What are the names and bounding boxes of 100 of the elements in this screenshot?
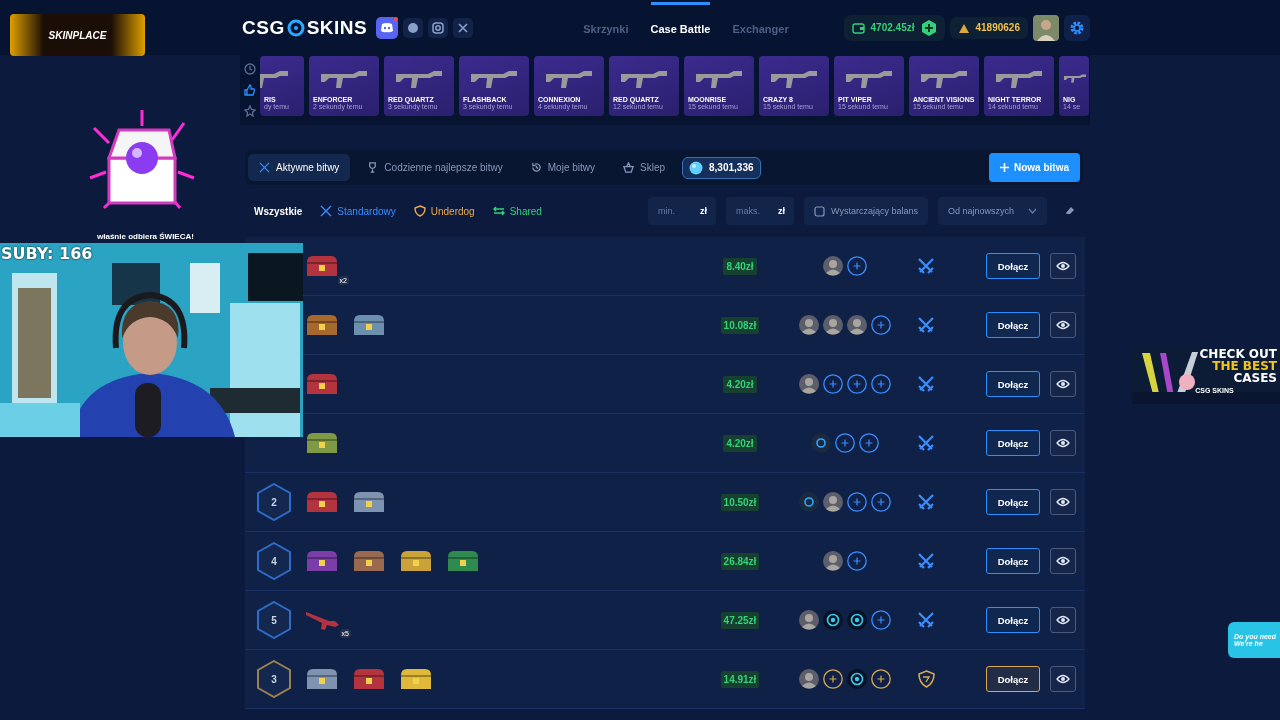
add-player-button[interactable]: [823, 374, 843, 394]
balance-amount: 4702.45zł: [870, 22, 915, 33]
logo-text[interactable]: SKINS: [306, 16, 368, 39]
subscriber-count: SUBY: 166: [1, 244, 93, 263]
trophy-icon: [367, 162, 379, 173]
add-player-button[interactable]: [871, 374, 891, 394]
ad-headline: CASES: [1233, 372, 1277, 384]
filter-option[interactable]: Standardowy: [316, 205, 400, 217]
eye-icon: [1055, 438, 1070, 448]
add-player-button[interactable]: [847, 374, 867, 394]
view-battle-button[interactable]: [1049, 430, 1076, 456]
view-battle-button[interactable]: [1049, 312, 1076, 338]
eye-icon: [1055, 261, 1070, 271]
crossed-swords-icon: [917, 434, 935, 452]
add-player-button[interactable]: [823, 669, 843, 689]
battle-price: 47.25zł: [720, 611, 760, 629]
player-avatar: [823, 492, 843, 512]
shield-icon: [917, 670, 935, 688]
player-avatar: [823, 551, 843, 571]
round-badge: 3: [257, 660, 291, 698]
join-button[interactable]: Dołącz: [986, 371, 1040, 397]
gem-icon: [689, 160, 704, 175]
player-avatar: [823, 315, 843, 335]
join-button[interactable]: Dołącz: [986, 548, 1040, 574]
filter-option[interactable]: Underdog: [409, 205, 479, 217]
view-battle-button[interactable]: [1049, 666, 1076, 692]
shield-icon: [413, 205, 426, 217]
settings-icon[interactable]: [1064, 14, 1090, 41]
alert-text: właśnie odbiera ŚWIECA!: [97, 232, 194, 241]
add-player-button[interactable]: [871, 492, 891, 512]
x-icon[interactable]: [453, 17, 474, 38]
target-icon: [285, 17, 306, 38]
battle-price: 14.91zł: [720, 670, 760, 688]
battle-price: 4.20zł: [723, 375, 757, 393]
crossed-swords-icon: [917, 552, 935, 570]
add-player-button[interactable]: [871, 669, 891, 689]
player-avatar: [799, 315, 819, 335]
star-icon[interactable]: [244, 104, 256, 117]
round-badge: 4: [257, 542, 291, 580]
add-player-button[interactable]: [859, 433, 879, 453]
add-player-button[interactable]: [847, 551, 867, 571]
balance-filter-checkbox[interactable]: Wystarczający balans: [804, 197, 928, 225]
join-button[interactable]: Dołącz: [986, 312, 1040, 338]
clock-icon[interactable]: [244, 63, 256, 76]
view-battle-button[interactable]: [1049, 253, 1076, 279]
crossed-swords-icon: [917, 493, 935, 511]
eye-icon: [1055, 615, 1070, 625]
view-battle-button[interactable]: [1049, 489, 1076, 515]
player-avatar: [823, 256, 843, 276]
ad-headline: CHECK OUT: [1199, 348, 1277, 360]
view-battle-button[interactable]: [1049, 371, 1076, 397]
thumbs-up-icon[interactable]: [244, 84, 256, 96]
ad-headline: THE BEST: [1212, 360, 1277, 372]
join-button[interactable]: Dołącz: [986, 607, 1040, 633]
gems-amount: 8,301,336: [709, 162, 754, 173]
sponsor-banner: SKINPLACE: [10, 14, 145, 56]
logo-text[interactable]: CSG: [242, 16, 285, 39]
join-button[interactable]: Dołącz: [986, 253, 1040, 279]
add-player-button[interactable]: [847, 492, 867, 512]
checkbox-icon: [814, 205, 825, 217]
sort-dropdown[interactable]: Od najnowszych: [937, 197, 1047, 225]
view-battle-button[interactable]: [1049, 607, 1076, 633]
discord-icon[interactable]: [376, 16, 399, 39]
crossed-swords-icon: [917, 375, 935, 393]
crossed-swords-icon: [320, 205, 333, 217]
filter-option[interactable]: Wszystkie: [250, 205, 307, 217]
add-player-button[interactable]: [871, 610, 891, 630]
eye-icon: [1055, 497, 1070, 507]
filter-option[interactable]: Shared: [488, 205, 546, 217]
battle-price: 26.84zł: [720, 552, 760, 570]
join-button[interactable]: Dołącz: [986, 666, 1040, 692]
round-badge: 2: [257, 483, 291, 521]
tab[interactable]: Sklep: [612, 154, 677, 181]
round-badge: 5: [257, 601, 291, 639]
eye-icon: [1055, 320, 1070, 330]
player-avatar: [847, 315, 867, 335]
site-avatar: [811, 433, 831, 453]
eye-icon: [1055, 674, 1070, 684]
user-avatar[interactable]: [1033, 14, 1059, 41]
player-avatar: [799, 610, 819, 630]
eraser-icon: [1065, 206, 1075, 216]
chevron-down-icon: [1028, 208, 1037, 214]
battle-price: 10.08zł: [720, 316, 760, 334]
tab[interactable]: Codzienne najlepsze bitwy: [356, 154, 514, 181]
currency-label: zł: [778, 206, 785, 216]
instagram-icon[interactable]: [428, 17, 449, 38]
deposit-button[interactable]: [920, 19, 937, 36]
bot-avatar: [847, 669, 867, 689]
tab[interactable]: Moje bitwy: [519, 154, 606, 181]
join-button[interactable]: Dołącz: [986, 430, 1040, 456]
tab[interactable]: Aktywne bitwy: [248, 154, 351, 181]
bot-avatar: [847, 610, 867, 630]
view-battle-button[interactable]: [1049, 548, 1076, 574]
join-button[interactable]: Dołącz: [986, 489, 1040, 515]
basket-icon: [623, 162, 634, 173]
add-player-button[interactable]: [835, 433, 855, 453]
crossed-swords-icon: [917, 611, 935, 629]
add-player-button[interactable]: [871, 315, 891, 335]
wallet-icon: [851, 21, 865, 34]
add-player-button[interactable]: [847, 256, 867, 276]
